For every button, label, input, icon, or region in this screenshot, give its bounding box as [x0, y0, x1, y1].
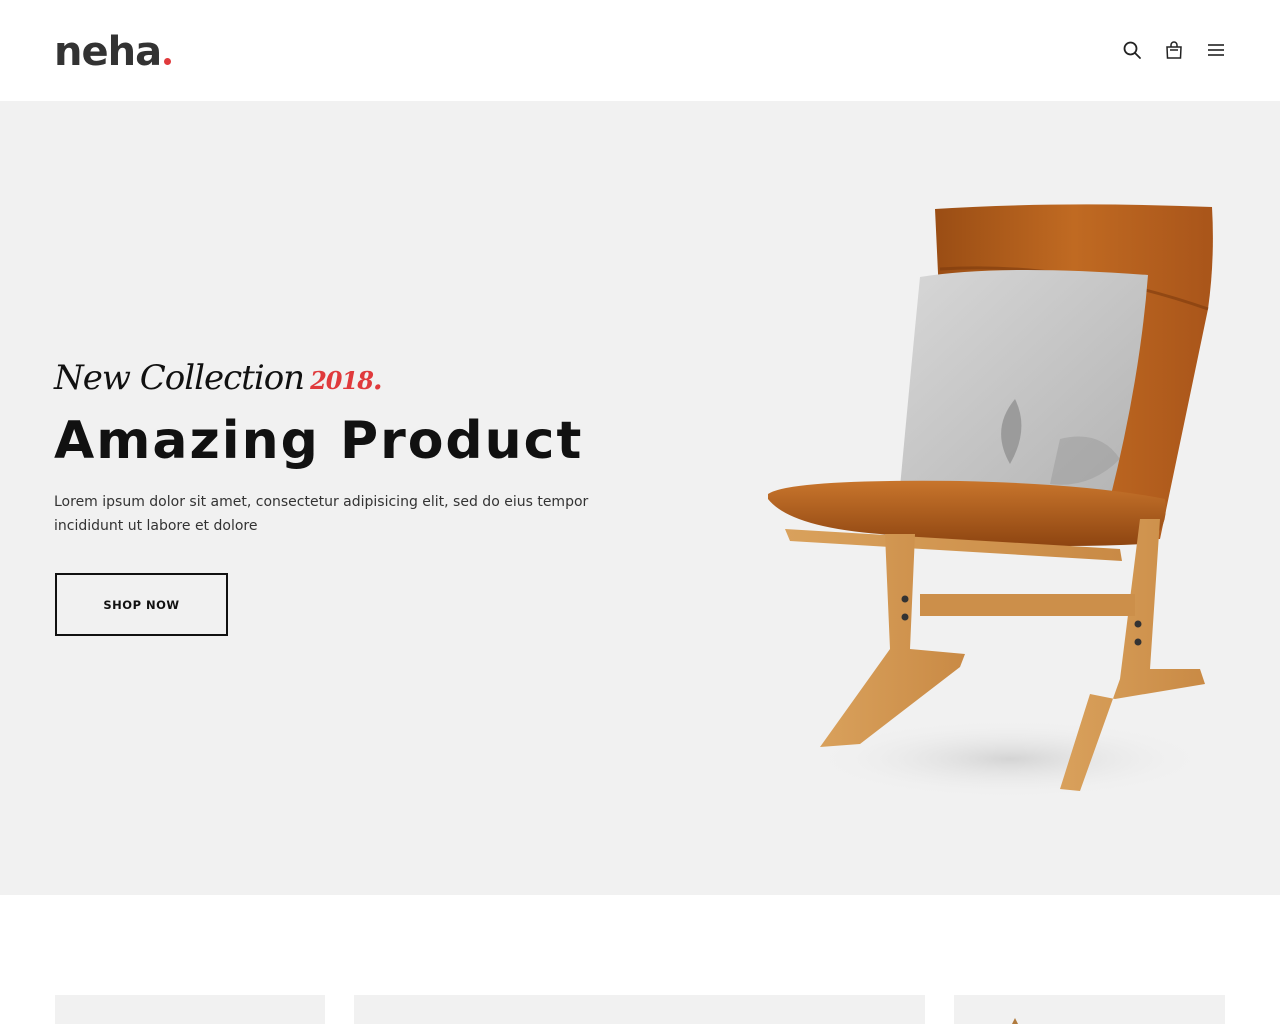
brand-logo[interactable]: neha [54, 28, 172, 76]
site-header: neha [0, 0, 1280, 101]
category-card[interactable] [354, 995, 925, 1024]
logo-dot [164, 58, 172, 65]
hero-subtitle-year: 2018 [310, 366, 374, 395]
brand-name: neha [54, 29, 162, 75]
product-thumbnail [1012, 1018, 1018, 1024]
hero-title: Amazing Product [54, 411, 584, 471]
cart-icon[interactable] [1162, 38, 1186, 62]
menu-icon[interactable] [1204, 38, 1228, 62]
shop-now-button[interactable]: SHOP NOW [55, 573, 228, 636]
search-icon[interactable] [1120, 38, 1144, 62]
hero-subtitle-text: New Collection [54, 358, 305, 398]
hero-banner: New Collection 2018. Amazing Product Lore… [0, 101, 1280, 895]
hero-subtitle-dot: . [372, 363, 383, 396]
chair-image [768, 204, 1213, 799]
category-card[interactable] [55, 995, 325, 1024]
hero-subtitle: New Collection 2018. [54, 356, 383, 403]
category-card[interactable] [954, 995, 1225, 1024]
hero-description: Lorem ipsum dolor sit amet, consectetur … [54, 494, 589, 534]
